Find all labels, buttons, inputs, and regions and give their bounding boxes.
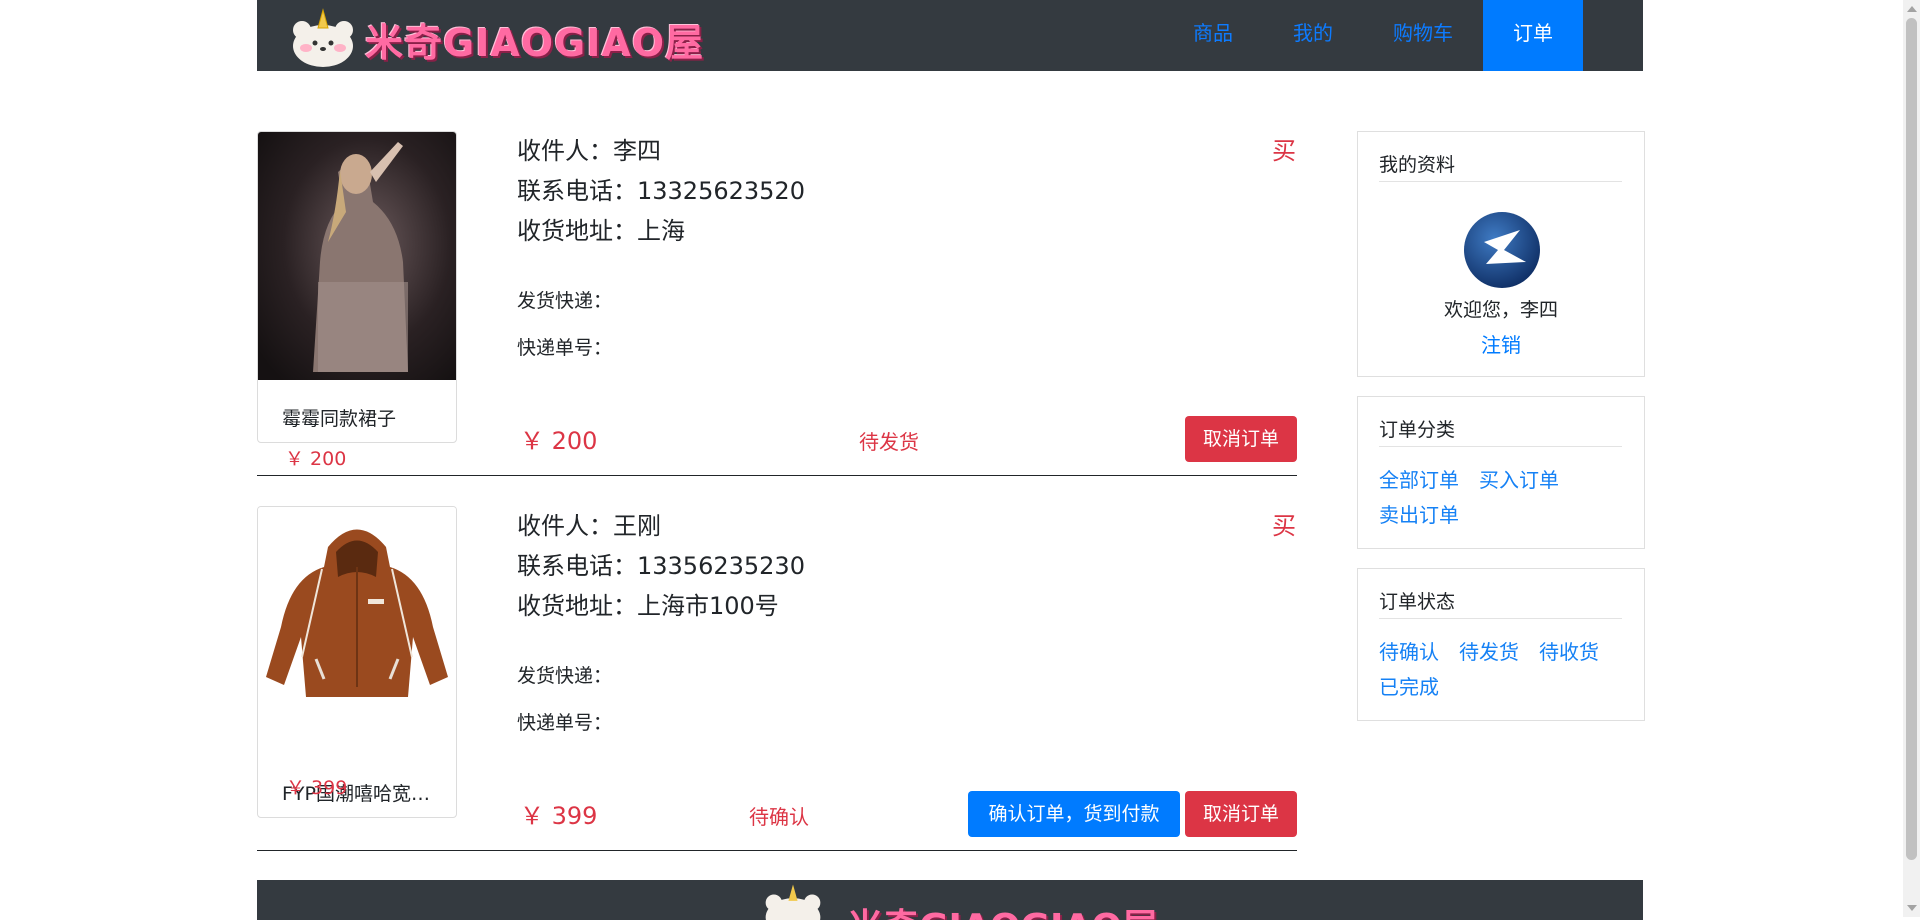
scroll-up-arrow-icon[interactable] bbox=[1907, 6, 1917, 12]
product-image[interactable] bbox=[258, 507, 456, 755]
status-to-confirm[interactable]: 待确认 bbox=[1379, 636, 1439, 665]
order-status-panel: 订单状态 待确认 待发货 待收货 已完成 bbox=[1357, 568, 1645, 721]
filter-sold-orders[interactable]: 卖出订单 bbox=[1379, 499, 1459, 528]
order-card: 霉霉同款裙子 ￥ 200 收件人：李四 联系电话：13325623520 收货地… bbox=[257, 131, 1297, 476]
brand-logo-text: 米奇GIAOGIAO屋 bbox=[365, 21, 705, 65]
order-price: ￥ 200 bbox=[520, 427, 598, 455]
nav-orders[interactable]: 订单 bbox=[1483, 0, 1583, 71]
scrollbar-thumb[interactable] bbox=[1906, 18, 1917, 860]
footer-bar: 米奇GIAOGIAO屋 bbox=[257, 880, 1643, 920]
recipient-address: 收货地址：上海市100号 bbox=[517, 592, 779, 620]
courier-label: 发货快递： bbox=[517, 665, 613, 687]
product-card[interactable]: 霉霉同款裙子 bbox=[257, 131, 457, 443]
product-price: ￥ 200 bbox=[285, 448, 347, 470]
unicorn-bear-mascot-icon bbox=[765, 884, 821, 920]
scroll-down-arrow-icon[interactable] bbox=[1907, 905, 1917, 911]
nav-cart[interactable]: 购物车 bbox=[1363, 0, 1483, 71]
cancel-order-button[interactable]: 取消订单 bbox=[1185, 791, 1297, 837]
product-name[interactable]: 霉霉同款裙子 bbox=[282, 404, 432, 431]
panel-divider bbox=[1379, 618, 1622, 619]
status-to-receive[interactable]: 待收货 bbox=[1539, 636, 1599, 665]
unicorn-bear-mascot-icon bbox=[293, 8, 353, 67]
recipient-phone: 联系电话：13325623520 bbox=[517, 177, 805, 205]
recipient-name: 收件人：王刚 bbox=[517, 512, 661, 540]
panel-divider bbox=[1379, 446, 1622, 447]
profile-title: 我的资料 bbox=[1379, 154, 1456, 176]
recipient-phone: 联系电话：13356235230 bbox=[517, 552, 805, 580]
page-scrollbar[interactable] bbox=[1903, 0, 1920, 917]
panel-divider bbox=[1379, 181, 1622, 182]
order-status: 待发货 bbox=[859, 430, 919, 454]
top-navbar: 米奇GIAOGIAO屋 商品 我的 购物车 订单 bbox=[257, 0, 1643, 71]
order-type-tag: 买 bbox=[1272, 137, 1296, 165]
order-category-title: 订单分类 bbox=[1379, 419, 1456, 441]
product-price: ￥ 399 bbox=[286, 777, 348, 799]
nav-mine[interactable]: 我的 bbox=[1263, 0, 1363, 71]
order-type-tag: 买 bbox=[1272, 512, 1296, 540]
order-card: FYP国潮嘻哈宽松冲锋衣 ￥ 399 收件人：王刚 联系电话：133562352… bbox=[257, 506, 1297, 851]
order-divider bbox=[257, 475, 1297, 476]
profile-panel: 我的资料 欢迎您，李四 注销 bbox=[1357, 131, 1645, 377]
product-image[interactable] bbox=[258, 132, 456, 380]
welcome-text: 欢迎您，李四 bbox=[1443, 299, 1558, 321]
main-nav: 商品 我的 购物车 订单 bbox=[1163, 0, 1583, 71]
nav-products[interactable]: 商品 bbox=[1163, 0, 1263, 71]
logout-link[interactable]: 注销 bbox=[1358, 329, 1644, 358]
tracking-label: 快递单号： bbox=[517, 337, 613, 359]
order-category-panel: 订单分类 全部订单 买入订单 卖出订单 bbox=[1357, 396, 1645, 549]
courier-label: 发货快递： bbox=[517, 290, 613, 312]
recipient-address: 收货地址：上海 bbox=[517, 217, 685, 245]
order-price: ￥ 399 bbox=[520, 802, 598, 830]
product-card[interactable]: FYP国潮嘻哈宽松冲锋衣 ￥ 399 bbox=[257, 506, 457, 818]
order-divider bbox=[257, 850, 1297, 851]
status-to-ship[interactable]: 待发货 bbox=[1459, 636, 1519, 665]
order-status: 待确认 bbox=[749, 805, 809, 829]
filter-bought-orders[interactable]: 买入订单 bbox=[1479, 464, 1559, 493]
recipient-name: 收件人：李四 bbox=[517, 137, 661, 165]
status-completed[interactable]: 已完成 bbox=[1379, 671, 1439, 700]
cancel-order-button[interactable]: 取消订单 bbox=[1185, 416, 1297, 462]
order-status-title: 订单状态 bbox=[1379, 591, 1456, 613]
tracking-label: 快递单号： bbox=[517, 712, 613, 734]
confirm-order-cod-button[interactable]: 确认订单，货到付款 bbox=[968, 791, 1180, 837]
filter-all-orders[interactable]: 全部订单 bbox=[1379, 464, 1459, 493]
user-avatar[interactable] bbox=[1464, 212, 1540, 288]
